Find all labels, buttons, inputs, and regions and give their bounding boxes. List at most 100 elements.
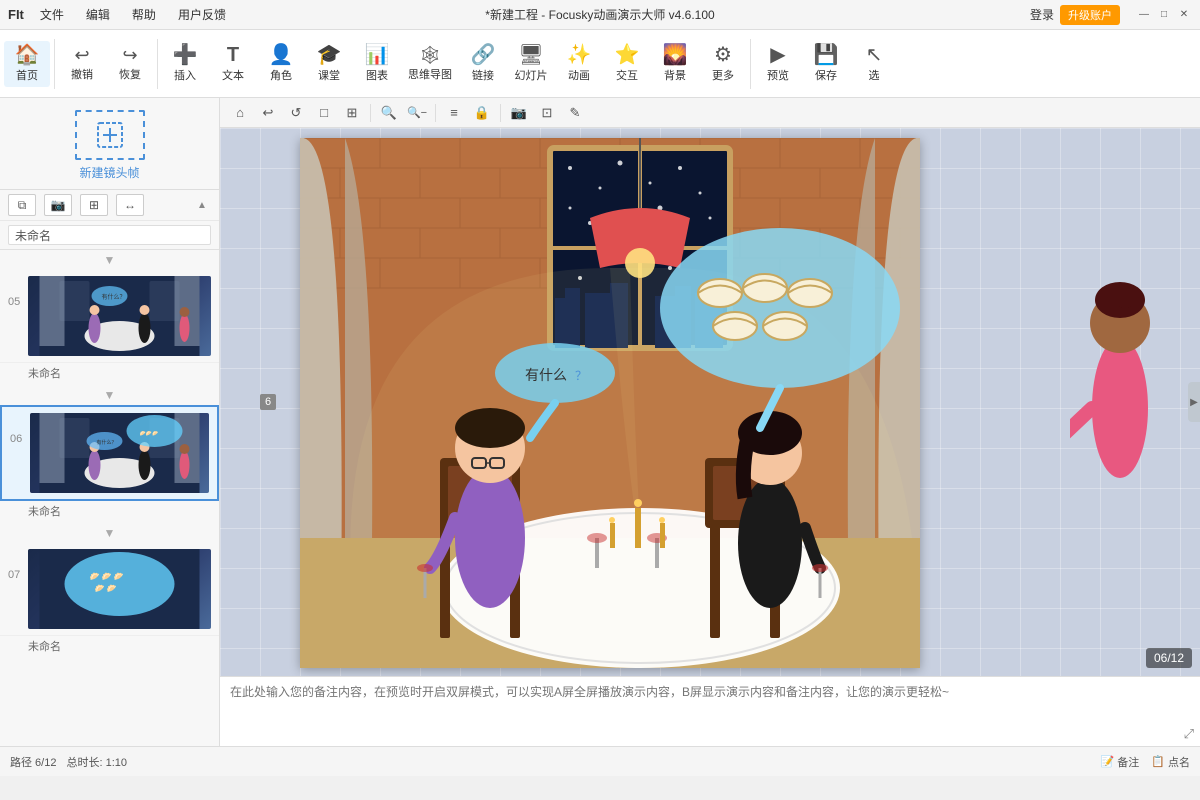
toolbar-role[interactable]: 👤 角色 — [258, 41, 304, 87]
chart-icon: 📊 — [365, 45, 390, 65]
notes-area: ⤢ — [220, 676, 1200, 746]
sidebar-scroll-up[interactable]: ▲ — [193, 196, 211, 214]
maximize-button[interactable]: □ — [1156, 7, 1172, 23]
ct-select-btn[interactable]: □ — [312, 102, 336, 124]
svg-text:有什么？: 有什么？ — [97, 439, 117, 446]
upgrade-button[interactable]: 升级账户 — [1060, 5, 1120, 25]
svg-text:有什么？: 有什么？ — [102, 293, 126, 301]
menu-help[interactable]: 帮助 — [126, 6, 162, 23]
ct-lock-btn[interactable]: 🔒 — [470, 102, 494, 124]
toolbar-divider-2 — [157, 39, 158, 89]
statusbar: 路径 6/12 总时长: 1:10 📝 备注 📋 点名 — [0, 746, 1200, 776]
slide-item-07[interactable]: 07 🥟 🥟 🥟 🥟 🥟 — [0, 543, 219, 636]
ct-zoom-out-btn[interactable]: 🔍− — [405, 102, 429, 124]
slide-group-header-56: ▼ — [0, 385, 219, 405]
background-icon: 🌄 — [663, 45, 688, 65]
ct-frame-btn[interactable]: ⊡ — [535, 102, 559, 124]
notes-expand-button[interactable]: ⤢ — [1184, 726, 1194, 742]
toolbar-animate[interactable]: ✨ 动画 — [556, 41, 602, 87]
new-frame-icon — [75, 110, 145, 160]
animate-icon: ✨ — [567, 45, 592, 65]
ct-zoom-in-btn[interactable]: 🔍 — [377, 102, 401, 124]
role-icon: 👤 — [269, 45, 294, 65]
duration-info: 总时长: 1:10 — [66, 754, 127, 770]
close-button[interactable]: ✕ — [1176, 7, 1192, 23]
slide-number-06: 06 — [10, 413, 30, 445]
slideshow-icon: 🖥 — [518, 45, 543, 65]
rollcall-button[interactable]: 📋 点名 — [1151, 754, 1190, 770]
collapse-icon-67[interactable]: ▼ — [104, 526, 116, 540]
sidebar: 新建镜头帧 ⧉ 📷 ⊞ ↔ ▲ ▼ 05 — [0, 98, 220, 746]
svg-text:🥟🥟🥟: 🥟🥟🥟 — [140, 430, 159, 437]
menu-edit[interactable]: 编辑 — [80, 6, 116, 23]
mindmap-icon: 🕸 — [419, 46, 442, 64]
toolbar-undo[interactable]: ↩ 撤销 — [59, 42, 105, 86]
toolbar-select[interactable]: ↖ 选 — [851, 41, 897, 87]
save-icon: 💾 — [814, 45, 839, 65]
ct-redo-btn[interactable]: ↺ — [284, 102, 308, 124]
canvas-toolbar: ⌂ ↩ ↺ □ ⊞ 🔍 🔍− ≡ 🔒 📷 ⊡ ✎ — [220, 98, 1200, 128]
canvas-area: ⌂ ↩ ↺ □ ⊞ 🔍 🔍− ≡ 🔒 📷 ⊡ ✎ 6 — [220, 98, 1200, 746]
fit-button[interactable]: ⊞ — [80, 194, 108, 216]
toolbar-text[interactable]: T 文本 — [210, 41, 256, 87]
canvas-main[interactable]: 6 — [220, 128, 1200, 676]
toolbar-more[interactable]: ⚙ 更多 — [700, 41, 746, 87]
toolbar-preview[interactable]: ▶ 预览 — [755, 41, 801, 87]
app-logo: FIt — [8, 7, 24, 22]
svg-text:？: ？ — [575, 369, 587, 383]
redo-icon: ↪ — [122, 46, 137, 64]
collapse-icon-56[interactable]: ▼ — [104, 388, 116, 402]
collapse-icon-05[interactable]: ▼ — [104, 253, 116, 267]
new-frame-button[interactable]: 新建镜头帧 — [0, 98, 219, 190]
ct-align-btn[interactable]: ≡ — [442, 102, 466, 124]
copy-frame-button[interactable]: ⧉ — [8, 194, 36, 216]
toolbar-mindmap[interactable]: 🕸 思维导图 — [402, 42, 458, 86]
toolbar-link[interactable]: 🔗 链接 — [460, 41, 506, 87]
slide-indicator: 06/12 — [1146, 648, 1192, 668]
toolbar-redo[interactable]: ↪ 恢复 — [107, 42, 153, 86]
link-icon: 🔗 — [471, 45, 496, 65]
slide-tools-bar: ⧉ 📷 ⊞ ↔ ▲ — [0, 190, 219, 221]
slide-number-07: 07 — [8, 549, 28, 581]
ct-divider-2 — [435, 104, 436, 122]
ct-undo-btn[interactable]: ↩ — [256, 102, 280, 124]
frame-number-badge: 6 — [260, 394, 276, 410]
toolbar-background[interactable]: 🌄 背景 — [652, 41, 698, 87]
text-icon: T — [227, 45, 239, 65]
toolbar-chart[interactable]: 📊 图表 — [354, 41, 400, 87]
select-icon: ↖ — [866, 45, 883, 65]
toolbar-save[interactable]: 💾 保存 — [803, 41, 849, 87]
slide-list: ▼ 05 — [0, 250, 219, 746]
slide-thumb-07: 🥟 🥟 🥟 🥟 🥟 — [28, 549, 211, 629]
slide-group-header-67: ▼ — [0, 523, 219, 543]
toolbar-home[interactable]: 🏠 首页 — [4, 41, 50, 87]
slide-item-06[interactable]: 06 — [0, 405, 219, 501]
screenshot-button[interactable]: 📷 — [44, 194, 72, 216]
notes-input[interactable] — [230, 683, 1190, 740]
rollcall-icon: 📋 — [1151, 755, 1165, 768]
ct-grid-btn[interactable]: ⊞ — [340, 102, 364, 124]
toolbar-slideshow[interactable]: 🖥 幻灯片 — [508, 41, 554, 87]
toolbar-divider-1 — [54, 39, 55, 89]
toolbar-home-label: 首页 — [16, 67, 38, 83]
title-left: FIt 文件 编辑 帮助 用户反馈 — [8, 6, 232, 23]
flip-button[interactable]: ↔ — [116, 194, 144, 216]
toolbar-interact[interactable]: ⭐ 交互 — [604, 41, 650, 87]
menu-feedback[interactable]: 用户反馈 — [172, 6, 232, 23]
minimize-button[interactable]: — — [1136, 7, 1152, 23]
login-button[interactable]: 登录 — [1030, 6, 1054, 23]
toolbar-classroom[interactable]: 🎓 课堂 — [306, 41, 352, 87]
slide-item-05[interactable]: 05 — [0, 270, 219, 363]
slide-group-header-05: ▼ — [0, 250, 219, 270]
menu-file[interactable]: 文件 — [34, 6, 70, 23]
slide-name-input[interactable] — [8, 225, 211, 245]
ct-camera-btn[interactable]: 📷 — [507, 102, 531, 124]
slide-canvas[interactable]: 有什么 ？ — [300, 138, 920, 668]
note-button[interactable]: 📝 备注 — [1101, 754, 1140, 770]
right-panel-handle[interactable]: ▶ — [1188, 382, 1200, 422]
rollcall-label: 点名 — [1168, 754, 1190, 770]
toolbar-insert[interactable]: ➕ 插入 — [162, 41, 208, 87]
note-icon: 📝 — [1101, 755, 1115, 768]
ct-home-btn[interactable]: ⌂ — [228, 102, 252, 124]
ct-edit-btn[interactable]: ✎ — [563, 102, 587, 124]
